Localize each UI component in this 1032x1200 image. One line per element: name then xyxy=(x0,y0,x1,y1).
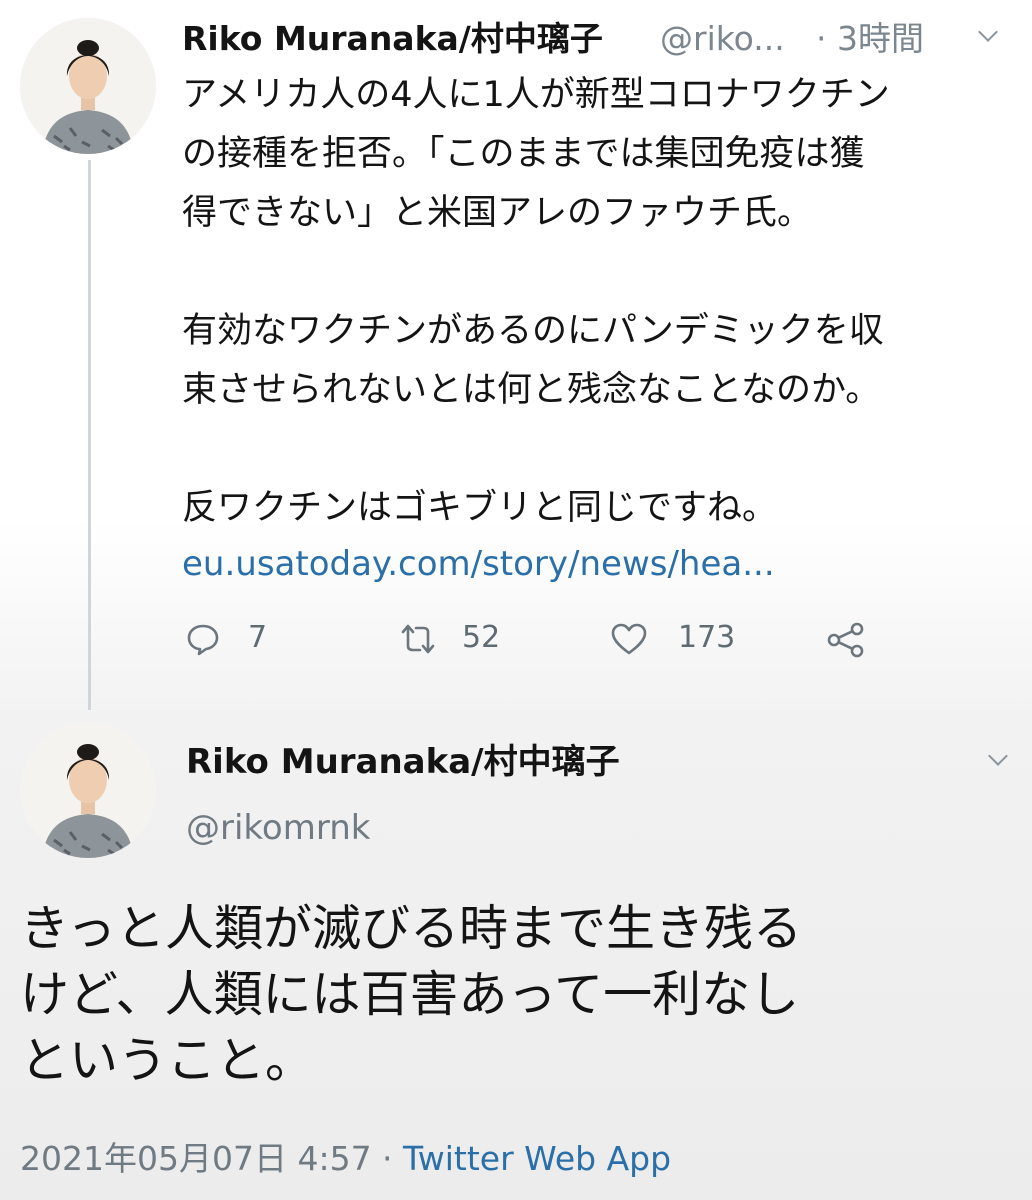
tweet-text-line: アメリカ人の4人に1人が新型コロナワクチン xyxy=(182,75,890,115)
tweet-text-line: 得できない」と米国アレのファウチ氏。 xyxy=(182,193,813,233)
retweet-count: 52 xyxy=(462,620,501,655)
user-handle[interactable]: @rikomrnk xyxy=(186,804,370,852)
like-button[interactable]: 173 xyxy=(610,612,750,664)
meta-separator: · xyxy=(371,1139,404,1178)
display-name[interactable]: Riko Muranaka/村中璃子 xyxy=(182,16,603,62)
tweet-text-line: の接種を拒否。「このままでは集団免疫は獲 xyxy=(182,134,865,174)
article-link[interactable]: eu.usatoday.com/story/news/hea... xyxy=(182,539,775,589)
chevron-down-icon[interactable] xyxy=(988,750,1008,770)
reply-icon xyxy=(187,624,219,656)
chevron-down-icon[interactable] xyxy=(978,26,998,46)
avatar[interactable] xyxy=(20,18,156,154)
tweet-text-line: 有効なワクチンがあるのにパンデミックを収 xyxy=(182,311,884,351)
thread-connector-line xyxy=(88,160,91,710)
tweet-metadata: 2021年05月07日 4:57 · Twitter Web App xyxy=(20,1135,671,1183)
tweet2-text: きっと人類が滅びる時まで生き残る けど、人類には百害あって一利なし ということ。 xyxy=(20,896,1020,1094)
user-handle[interactable]: @riko... xyxy=(660,16,785,62)
reply-button[interactable]: 7 xyxy=(186,612,306,664)
tweet-action-bar: 7 52 173 xyxy=(186,612,886,664)
share-button[interactable] xyxy=(826,612,870,664)
share-icon xyxy=(827,622,864,658)
retweet-button[interactable]: 52 xyxy=(398,612,528,664)
reply-count: 7 xyxy=(248,620,268,655)
retweet-icon xyxy=(401,624,435,654)
tweet-text-line: きっと人類が滅びる時まで生き残る xyxy=(20,900,803,957)
tweet1-header: Riko Muranaka/村中璃子 @riko... · 3時間 xyxy=(182,16,1014,62)
avatar-portrait-icon xyxy=(20,18,156,154)
avatar[interactable] xyxy=(20,722,156,858)
like-count: 173 xyxy=(678,620,736,655)
like-icon xyxy=(611,623,647,655)
tweet-time[interactable]: · 3時間 xyxy=(816,16,924,62)
tweet-timestamp[interactable]: 2021年05月07日 4:57 xyxy=(20,1139,372,1178)
display-name[interactable]: Riko Muranaka/村中璃子 xyxy=(186,738,620,786)
source-app-link[interactable]: Twitter Web App xyxy=(403,1139,671,1178)
tweet-text-line: けど、人類には百害あって一利なし xyxy=(20,966,800,1023)
tweet1-text: アメリカ人の4人に1人が新型コロナワクチン の接種を拒否。「このままでは集団免疫… xyxy=(182,66,1022,538)
tweet-text-line: ということ。 xyxy=(20,1032,315,1089)
tweet-text-line: 束させられないとは何と残念なことなのか。 xyxy=(182,370,881,410)
avatar-portrait-icon xyxy=(20,722,156,858)
tweet-text-line: 反ワクチンはゴキブリと同じですね。 xyxy=(182,488,778,528)
